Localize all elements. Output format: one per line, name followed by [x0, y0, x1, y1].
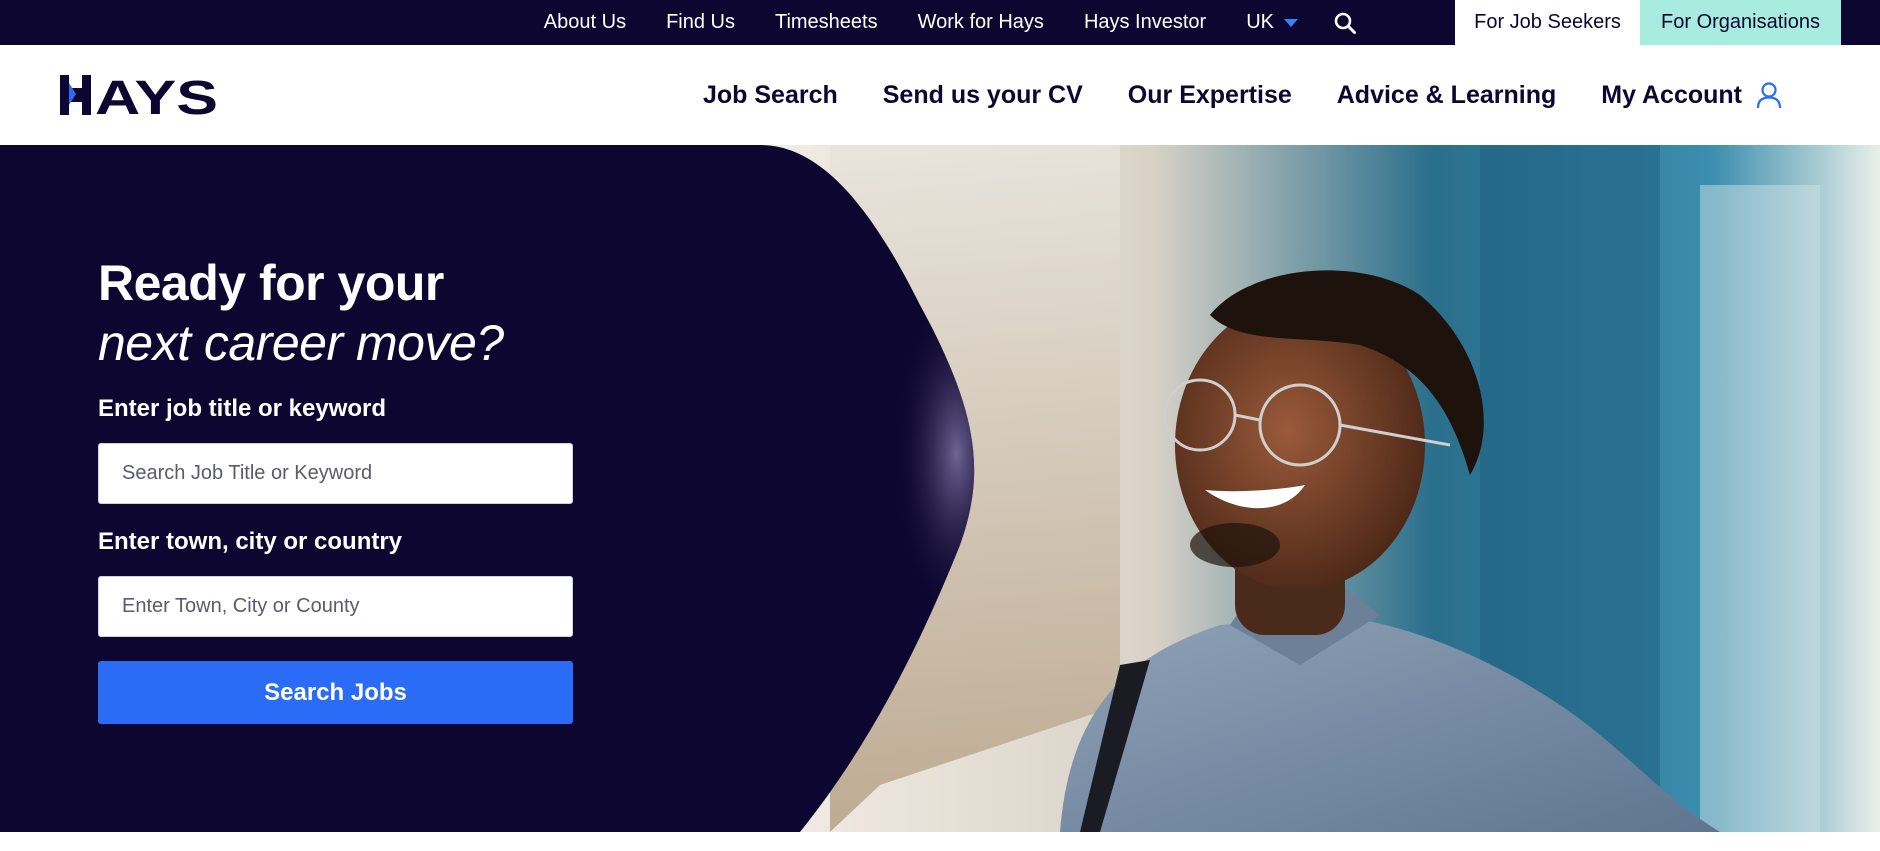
keyword-label: Enter job title or keyword [98, 395, 387, 422]
nav-job-search[interactable]: Job Search [703, 81, 838, 110]
main-header: AYS Job Search Send us your CV Our Exper… [0, 45, 1880, 145]
main-nav: Job Search Send us your CV Our Expertise… [658, 45, 1784, 145]
hero-title: Ready for your [98, 255, 444, 311]
page-bottom-strip [0, 832, 1880, 851]
utility-links: About Us Find Us Timesheets Work for Hay… [504, 0, 1360, 45]
util-link-hays-investor[interactable]: Hays Investor [1084, 11, 1206, 34]
user-icon [1756, 82, 1782, 109]
search-jobs-button[interactable]: Search Jobs [98, 661, 573, 724]
hays-logo-mark: AYS [60, 73, 218, 117]
search-icon[interactable] [1330, 8, 1360, 38]
nav-our-expertise[interactable]: Our Expertise [1128, 81, 1292, 110]
nav-send-cv[interactable]: Send us your CV [883, 81, 1083, 110]
util-link-work-for-hays[interactable]: Work for Hays [918, 11, 1044, 34]
location-input[interactable] [98, 576, 573, 637]
util-link-timesheets[interactable]: Timesheets [775, 11, 878, 34]
caret-down-icon [1284, 18, 1298, 27]
country-selector[interactable]: UK [1246, 11, 1298, 34]
my-account-label: My Account [1601, 80, 1742, 109]
svg-text:AYS: AYS [95, 73, 218, 117]
for-job-seekers-tab[interactable]: For Job Seekers [1455, 0, 1640, 45]
location-label: Enter town, city or country [98, 528, 403, 555]
util-link-find-us[interactable]: Find Us [666, 11, 735, 34]
utility-bar: About Us Find Us Timesheets Work for Hay… [0, 0, 1880, 45]
nav-my-account[interactable]: My Account [1601, 80, 1784, 110]
country-selector-label: UK [1246, 11, 1274, 33]
keyword-search-input[interactable] [98, 443, 573, 504]
nav-advice-learning[interactable]: Advice & Learning [1337, 81, 1557, 110]
hero-banner: Ready for your next career move? Enter j… [0, 145, 1880, 832]
util-link-about-us[interactable]: About Us [544, 11, 626, 34]
for-organisations-tab[interactable]: For Organisations [1640, 0, 1841, 45]
hero-subtitle: next career move? [98, 315, 504, 371]
hays-logo[interactable]: AYS [60, 73, 218, 117]
